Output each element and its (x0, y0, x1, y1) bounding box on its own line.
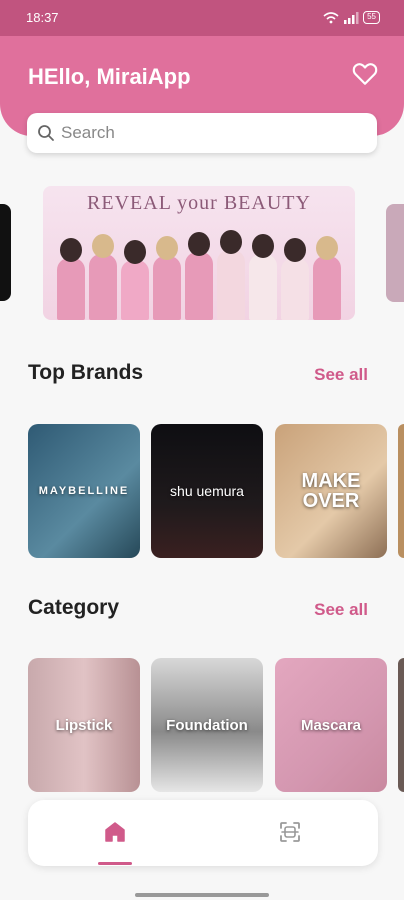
search-icon (38, 125, 54, 141)
carousel-next-slide[interactable] (386, 204, 404, 302)
banner-image (49, 220, 349, 320)
brand-card-maybelline[interactable]: MAYBELLINE (28, 424, 140, 558)
category-card-mascara[interactable]: Mascara (275, 658, 387, 792)
category-title: Category (28, 596, 120, 619)
category-label: Lipstick (55, 716, 113, 734)
home-icon[interactable] (103, 820, 127, 844)
status-time: 18:37 (26, 10, 59, 25)
scan-icon[interactable] (278, 820, 302, 844)
nav-active-indicator (98, 862, 132, 865)
promo-banner[interactable]: REVEAL your BEAUTY (43, 186, 355, 320)
carousel-prev-slide[interactable] (0, 204, 11, 301)
brand-card-shu-uemura[interactable]: shu uemura (151, 424, 263, 558)
category-card-lipstick[interactable]: Lipstick (28, 658, 140, 792)
gesture-bar (135, 893, 269, 897)
battery-icon: 55 (363, 11, 380, 24)
heart-icon[interactable] (352, 62, 378, 86)
category-label: Mascara (300, 716, 362, 734)
category-card-next-edge[interactable] (398, 658, 404, 792)
brand-label: MAKE OVER (301, 470, 361, 512)
search-bar[interactable] (27, 113, 377, 153)
status-icons: 55 (323, 11, 380, 24)
brand-label: MAYBELLINE (38, 485, 130, 497)
brand-label: shu uemura (170, 483, 244, 499)
bottom-nav (28, 800, 378, 866)
category-card-foundation[interactable]: Foundation (151, 658, 263, 792)
top-brands-see-all-link[interactable]: See all (314, 365, 368, 385)
brand-card-next-edge[interactable] (398, 424, 404, 558)
top-brands-title: Top Brands (28, 361, 144, 384)
greeting-title: HEllo, MiraiApp (28, 64, 191, 89)
banner-title: REVEAL your BEAUTY (87, 192, 311, 214)
search-input[interactable] (61, 123, 341, 143)
signal-icon (344, 11, 359, 24)
wifi-icon (323, 11, 339, 23)
brand-card-make-over[interactable]: MAKE OVER (275, 424, 387, 558)
status-bar: 18:37 55 (0, 0, 404, 36)
category-label: Foundation (166, 716, 248, 734)
category-see-all-link[interactable]: See all (314, 600, 368, 620)
